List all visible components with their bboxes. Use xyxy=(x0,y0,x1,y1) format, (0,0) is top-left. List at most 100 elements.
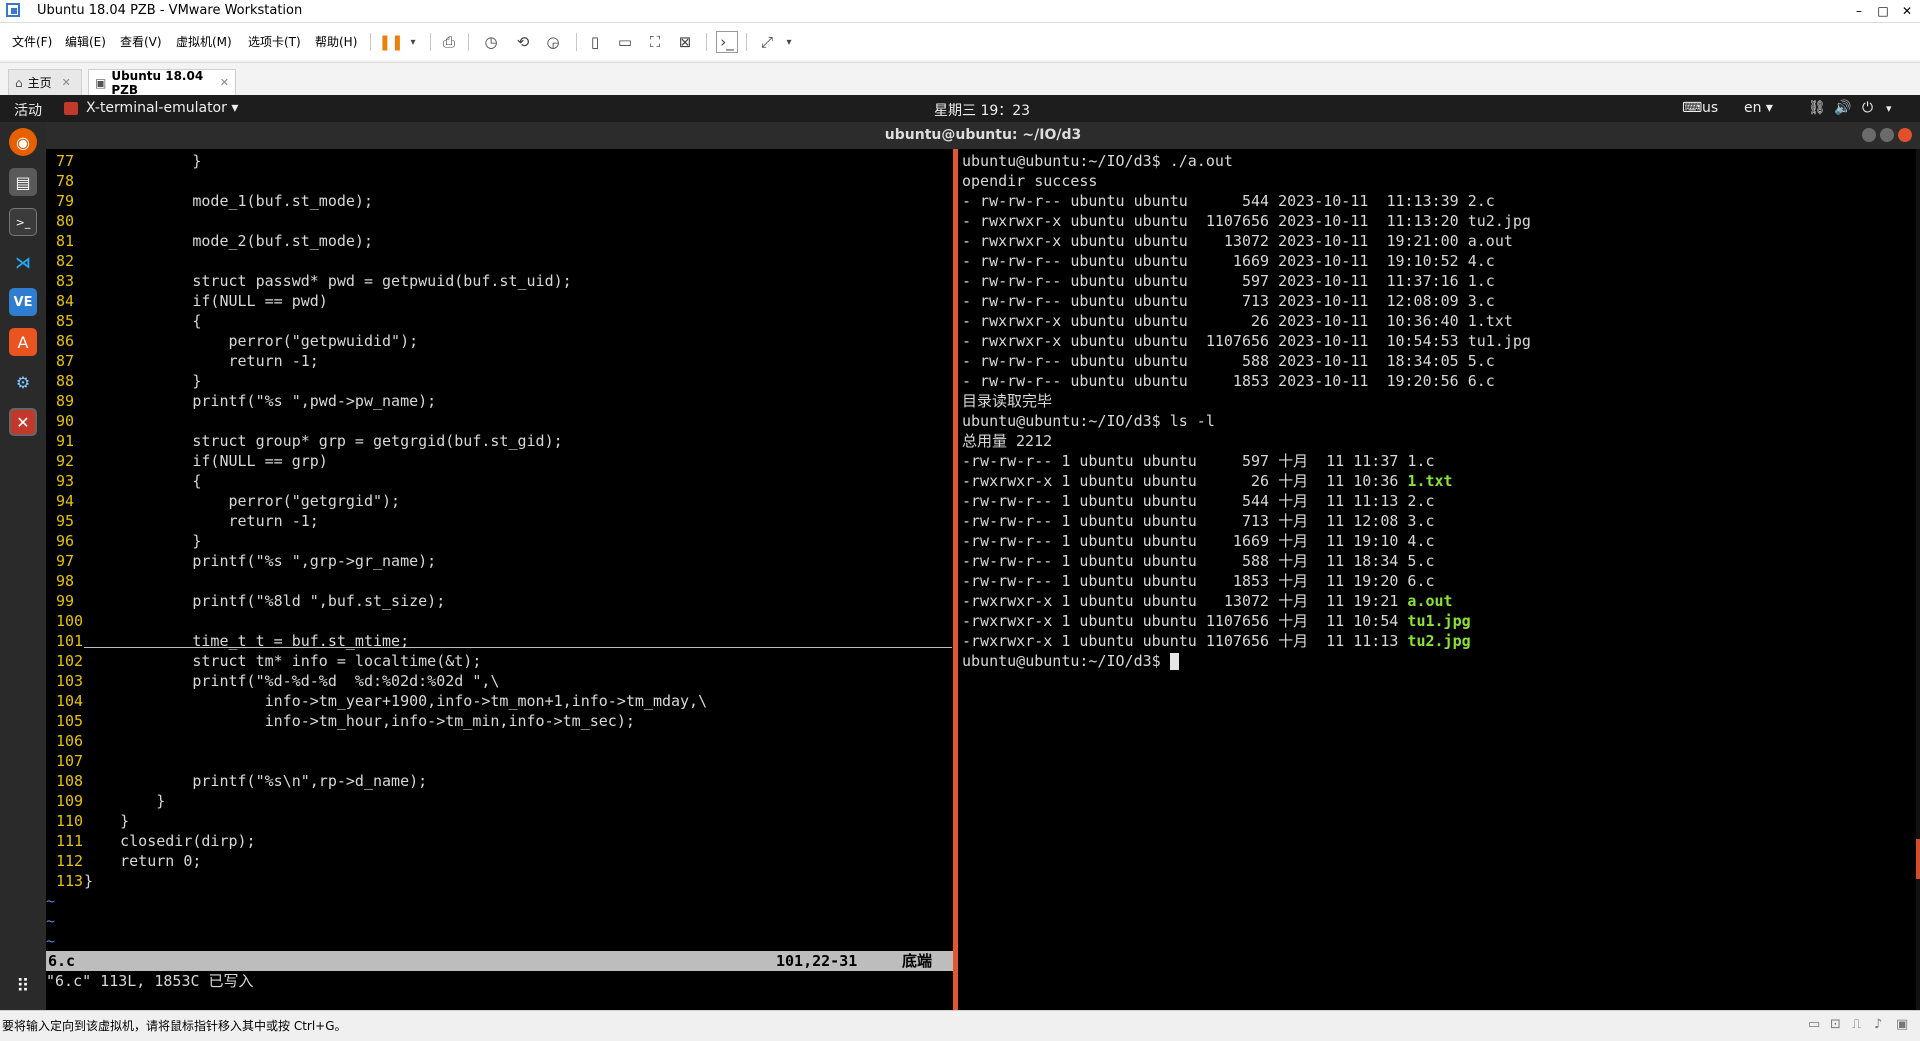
device-icon[interactable]: ▭ xyxy=(1808,1017,1820,1032)
menu-toolbar: 文件(F) 编辑(E) 查看(V) 虚拟机(M) 选项卡(T) 帮助(H) ❚❚… xyxy=(0,23,1920,60)
chevron-down-icon[interactable]: ▾ xyxy=(402,31,424,53)
terminal-line: -rw-rw-r-- 1 ubuntu ubuntu 1853 十月 11 19… xyxy=(962,571,1435,591)
volume-icon[interactable]: 🔊 xyxy=(1834,100,1851,116)
show-apps-icon[interactable]: ⠿ xyxy=(9,972,37,1000)
vscode-icon[interactable]: ⋊ xyxy=(9,248,37,276)
file-name: 2.c xyxy=(1407,492,1435,510)
code-line: 94 perror("getgrgid"); xyxy=(46,491,952,511)
menu-vm[interactable]: 虚拟机(M) xyxy=(176,33,232,50)
code-text: printf("%8ld ",buf.st_size); xyxy=(84,592,446,610)
tab-vm-label: Ubuntu 18.04 PZB xyxy=(111,68,204,97)
maximize-icon[interactable] xyxy=(1880,128,1894,142)
activities-button[interactable]: 活动 xyxy=(14,100,42,120)
line-number: 78 xyxy=(56,172,75,190)
tab-home-label: 主页 xyxy=(27,76,52,90)
input-lang[interactable]: en ▾ xyxy=(1744,100,1773,116)
terminal-line: -rw-rw-r-- 1 ubuntu ubuntu 597 十月 11 11:… xyxy=(962,451,1435,471)
minimize-icon[interactable] xyxy=(1862,128,1876,142)
firefox-icon[interactable]: ◉ xyxy=(9,128,37,156)
network-icon[interactable]: ⛓ xyxy=(1808,100,1826,116)
line-number: 103 xyxy=(56,672,84,690)
code-text: } xyxy=(84,872,94,890)
software-center-icon[interactable]: A xyxy=(9,328,37,356)
stretch-icon[interactable]: ⤢ xyxy=(756,31,778,53)
terminal-text: - rwxrwxr-x ubuntu ubuntu 13072 2023-10-… xyxy=(962,232,1513,250)
files-icon[interactable]: ▤ xyxy=(9,168,37,196)
shell-pane[interactable]: ubuntu@ubuntu:~/IO/d3$ ./a.out opendir su… xyxy=(958,149,1920,1010)
code-line: 96 } xyxy=(46,531,952,551)
chevron-down-icon[interactable]: ▾ xyxy=(1886,102,1892,115)
code-line: 84 if(NULL == pwd) xyxy=(46,291,952,311)
code-line: 83 struct passwd* pwd = getpwuid(buf.st_… xyxy=(46,271,952,291)
scrollbar-thumb[interactable] xyxy=(1916,839,1920,879)
vim-status-file: 6.c xyxy=(48,952,76,970)
terminal-line: - rw-rw-r-- ubuntu ubuntu 1853 2023-10-1… xyxy=(962,371,1495,391)
terminal-line: -rwxrwxr-x 1 ubuntu ubuntu 1107656 十月 11… xyxy=(962,631,1471,651)
revert-snapshot-icon[interactable]: ⟲ xyxy=(512,31,534,53)
settings-icon[interactable]: ⚙ xyxy=(9,368,37,396)
power-icon[interactable]: ⏻ xyxy=(1862,100,1873,116)
tab-ubuntu-vm[interactable]: ▣ Ubuntu 18.04 PZB ✕ xyxy=(88,68,236,97)
line-number: 94 xyxy=(56,492,75,510)
close-icon[interactable] xyxy=(1898,128,1912,142)
code-text: printf("%s ",pwd->pw_name); xyxy=(84,392,437,410)
line-number: 102 xyxy=(56,652,84,670)
app-menu[interactable]: X-terminal-emulator ▾ xyxy=(86,100,238,116)
terminal-view-icon[interactable]: ›_ xyxy=(716,31,738,53)
file-name: 1.txt xyxy=(1407,472,1453,490)
code-line: 95 return -1; xyxy=(46,511,952,531)
usb-icon[interactable]: ⎍ xyxy=(1852,1017,1861,1032)
ve-app-icon[interactable]: VE xyxy=(9,288,37,316)
console-view-icon[interactable]: ▭ xyxy=(614,31,636,53)
network-adapter-icon[interactable]: ⊡ xyxy=(1830,1017,1841,1032)
x-terminal-icon[interactable]: ✕ xyxy=(9,408,37,436)
line-number: 82 xyxy=(56,252,75,270)
code-line: 103 printf("%d-%d-%d %d:%02d:%02d ",\ xyxy=(46,671,952,691)
send-keys-icon[interactable]: ⎙ xyxy=(438,31,460,53)
menu-help[interactable]: 帮助(H) xyxy=(315,33,357,50)
menu-tabs[interactable]: 选项卡(T) xyxy=(248,33,301,50)
line-number: 80 xyxy=(56,212,75,230)
pause-icon[interactable]: ❚❚ xyxy=(378,31,403,53)
code-line: 80 xyxy=(46,211,952,231)
keyboard-layout[interactable]: us xyxy=(1702,100,1718,116)
line-number: 95 xyxy=(56,512,75,530)
vim-pane[interactable]: 6.c 101,22-31 底端 "6.c" 113L, 1853C 已写入 7… xyxy=(46,149,956,1010)
close-icon[interactable]: ✕ xyxy=(62,76,71,89)
sidebar-icon[interactable]: ▯ xyxy=(584,31,606,53)
snapshot-manager-icon[interactable]: ◶ xyxy=(542,31,564,53)
fullscreen-icon[interactable]: ⛶ xyxy=(644,31,666,53)
code-line: 89 printf("%s ",pwd->pw_name); xyxy=(46,391,952,411)
close-icon[interactable]: ✕ xyxy=(220,76,229,89)
code-text: } xyxy=(84,372,202,390)
clock[interactable]: 星期三 19：23 xyxy=(934,100,1030,120)
text-cursor xyxy=(1169,653,1179,670)
terminal-text: ubuntu@ubuntu:~/IO/d3$ ls -l xyxy=(962,412,1215,430)
scrollbar[interactable] xyxy=(1916,149,1920,1010)
code-text: } xyxy=(84,152,202,170)
terminal-icon[interactable]: >_ xyxy=(9,208,37,236)
close-button[interactable]: ✕ xyxy=(1896,0,1918,22)
menu-file[interactable]: 文件(F) xyxy=(12,33,52,50)
menu-view[interactable]: 查看(V) xyxy=(120,33,162,50)
unity-icon[interactable]: ⊠ xyxy=(674,31,696,53)
chevron-down-icon[interactable]: ▾ xyxy=(778,31,800,53)
display-icon[interactable]: ▣ xyxy=(1896,1017,1908,1032)
tab-home[interactable]: ⌂ 主页 ✕ xyxy=(8,69,82,95)
terminal-text: -rw-rw-r-- 1 ubuntu ubuntu 597 十月 11 11:… xyxy=(962,452,1408,470)
prompt-line[interactable]: ubuntu@ubuntu:~/IO/d3$ xyxy=(962,651,1179,671)
vim-cmdline: "6.c" 113L, 1853C 已写入 xyxy=(46,972,254,990)
code-text: printf("%s ",grp->gr_name); xyxy=(84,552,437,570)
snapshot-icon[interactable]: ◷ xyxy=(480,31,502,53)
terminal-line: - rw-rw-r-- ubuntu ubuntu 1669 2023-10-1… xyxy=(962,251,1495,271)
menu-edit[interactable]: 编辑(E) xyxy=(65,33,106,50)
vmware-logo-icon xyxy=(6,3,20,17)
minimize-button[interactable]: – xyxy=(1848,0,1870,22)
line-number: 83 xyxy=(56,272,75,290)
code-line: 109 } xyxy=(46,791,952,811)
maximize-button[interactable]: □ xyxy=(1872,0,1894,22)
line-number: 89 xyxy=(56,392,75,410)
code-line: 102 struct tm* info = localtime(&t); xyxy=(46,651,952,671)
code-line: 105 info->tm_hour,info->tm_min,info->tm_… xyxy=(46,711,952,731)
sound-icon[interactable]: ♪ xyxy=(1874,1017,1882,1032)
